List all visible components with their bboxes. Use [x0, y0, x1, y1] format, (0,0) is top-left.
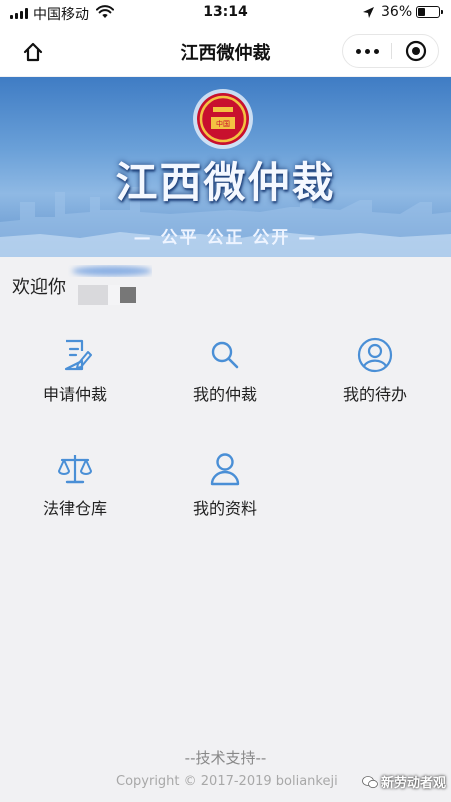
menu-item-my-profile[interactable]: 我的资料: [150, 449, 300, 529]
user-circle-icon: [355, 335, 395, 375]
redacted-username: [72, 266, 152, 305]
welcome-text: 欢迎你: [12, 277, 66, 298]
copyright-text: Copyright © 2017-2019 boliankeji: [116, 774, 338, 789]
watermark-text: 新劳动者观: [381, 776, 447, 791]
search-icon: [205, 335, 245, 375]
banner-slogan: — 公平 公正 公开 —: [133, 228, 318, 248]
more-button[interactable]: [343, 35, 391, 67]
menu-item-label: 我的仲裁: [192, 385, 257, 404]
scales-icon: [55, 449, 95, 489]
user-icon: [205, 449, 245, 489]
court-emblem-icon: 中国: [193, 89, 253, 149]
more-dots-icon: [355, 48, 361, 54]
menu-item-label: 我的待办: [342, 385, 407, 404]
menu-item-my-todo[interactable]: 我的待办: [300, 335, 450, 415]
banner-title: 江西微仲裁: [115, 158, 336, 207]
emblem-text: 中国: [216, 119, 230, 128]
tech-support-title: --技术支持--: [184, 749, 267, 767]
menu-item-label: 申请仲裁: [42, 385, 107, 404]
miniprogram-capsule: [342, 34, 439, 68]
document-edit-icon: [55, 335, 95, 375]
location-arrow-icon: [363, 7, 374, 18]
close-miniprogram-button[interactable]: [392, 35, 439, 67]
menu-item-apply-arbitration[interactable]: 申请仲裁: [0, 335, 150, 415]
menu-item-label: 法律仓库: [42, 499, 107, 518]
menu-item-law-library[interactable]: 法律仓库: [0, 449, 150, 529]
target-circle-icon: [405, 40, 426, 62]
wechat-logo-icon: [362, 775, 378, 788]
menu-item-label: 我的资料: [192, 499, 257, 518]
navigation-bar: 江西微仲裁: [0, 26, 451, 76]
battery-icon: [416, 6, 443, 18]
wechat-watermark: 新劳动者观: [362, 772, 446, 791]
banner: 中国 江西微仲裁 — 公平 公正 公开 —: [0, 77, 451, 257]
menu-item-my-arbitration[interactable]: 我的仲裁: [150, 335, 300, 415]
status-bar: 中国移动 13:14 36%: [0, 0, 451, 26]
battery-percent: 36%: [381, 4, 413, 20]
